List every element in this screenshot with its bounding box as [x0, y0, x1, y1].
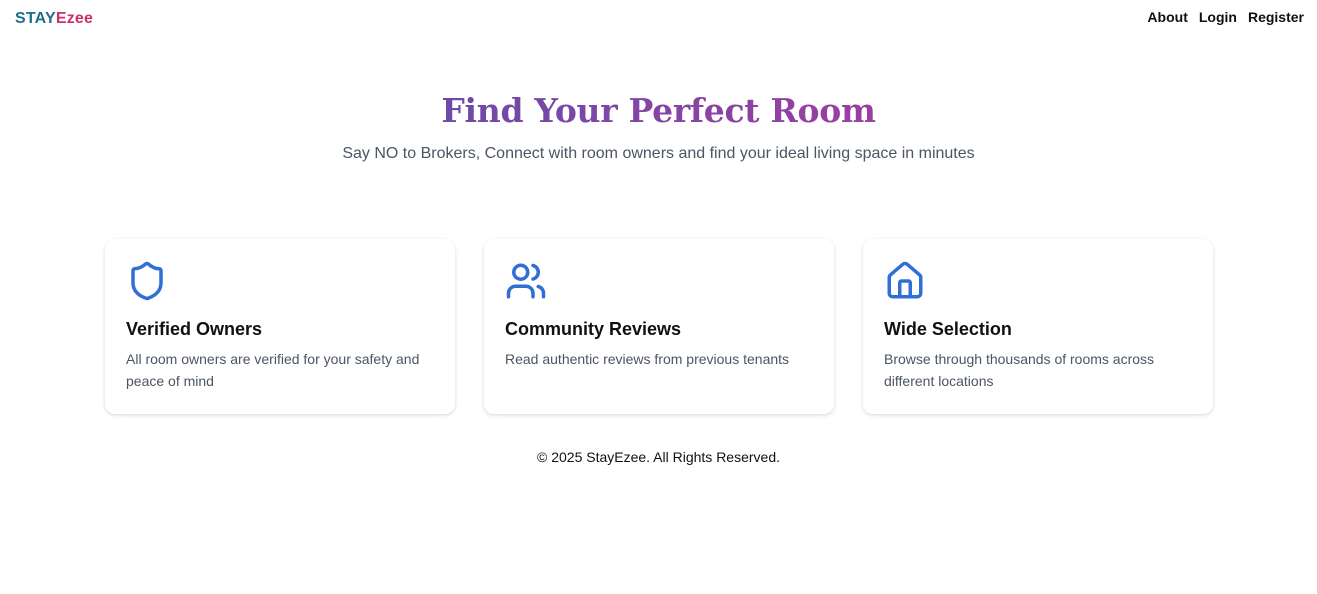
feature-title: Verified Owners [126, 319, 263, 339]
shield-icon [126, 260, 168, 302]
nav-links: About Login Register [1147, 9, 1304, 25]
brand-logo-part1: STAY [15, 10, 56, 27]
landing-page: STAYEzee About Login Register Find Your … [0, 0, 1317, 594]
users-icon [505, 260, 547, 302]
hero-subtitle: Say NO to Brokers, Connect with room own… [342, 145, 975, 162]
feature-card-verified-owners: Verified Owners All room owners are veri… [105, 239, 455, 414]
navbar: STAYEzee About Login Register [0, 0, 1317, 36]
feature-description: Read authentic reviews from previous ten… [505, 351, 790, 367]
feature-card-wide-selection: Wide Selection Browse through thousands … [863, 239, 1213, 414]
hero-title: Find Your Perfect Room [0, 90, 1317, 132]
hero-title-text: Find Your Perfect Room [441, 91, 876, 130]
feature-title: Community Reviews [505, 319, 682, 339]
feature-card-community-reviews: Community Reviews Read authentic reviews… [484, 239, 834, 414]
home-icon [884, 260, 926, 302]
brand-logo[interactable]: STAYEzee [15, 10, 93, 28]
brand-logo-part2: Ezee [55, 10, 94, 27]
nav-register-link[interactable]: Register [1248, 9, 1304, 25]
nav-login-link[interactable]: Login [1199, 9, 1237, 25]
feature-title: Wide Selection [884, 319, 1012, 339]
nav-about-link[interactable]: About [1147, 9, 1187, 25]
feature-description: All room owners are verified for your sa… [126, 351, 420, 389]
feature-description: Browse through thousands of rooms across… [884, 351, 1155, 389]
footer-copyright: © 2025 StayEzee. All Rights Reserved. [537, 449, 780, 465]
